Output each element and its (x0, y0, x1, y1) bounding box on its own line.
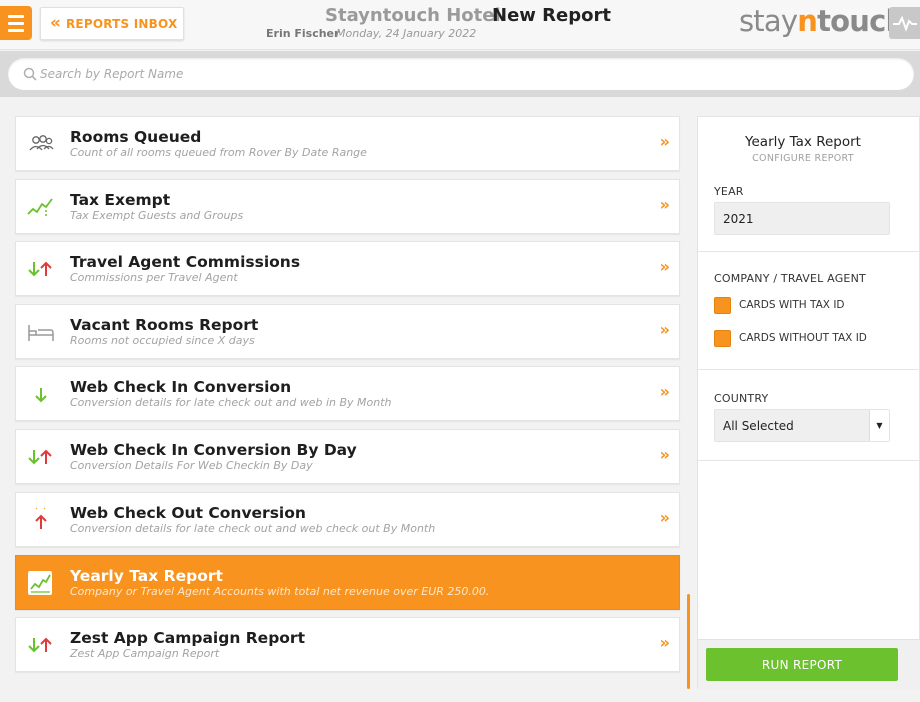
divider (698, 369, 920, 370)
double-chevron-right-icon: » (659, 132, 670, 151)
top-header: « REPORTS INBOX Stayntouch Hotel New Rep… (0, 0, 920, 50)
up-down-arrows-icon (28, 261, 52, 277)
report-item-travel-agent-commissions[interactable]: Travel Agent Commissions Commissions per… (15, 241, 680, 296)
activity-pulse-button[interactable] (889, 7, 920, 39)
report-item-web-check-in-conversion-by-day[interactable]: Web Check In Conversion By Day Conversio… (15, 429, 680, 484)
hamburger-icon-bar (8, 28, 24, 32)
report-item-web-check-in-conversion[interactable]: Web Check In Conversion Conversion detai… (15, 366, 680, 421)
divider (698, 251, 920, 252)
report-item-web-check-out-conversion[interactable]: Web Check Out Conversion Conversion deta… (15, 492, 680, 547)
double-chevron-right-icon: » (659, 508, 670, 527)
report-description: Conversion details for late check out an… (70, 522, 436, 535)
report-name: Yearly Tax Report (70, 567, 223, 585)
checkbox-label: CARDS WITH TAX ID (739, 299, 845, 311)
list-scrollbar[interactable] (687, 594, 690, 689)
hotel-name: Stayntouch Hotel (325, 5, 501, 26)
year-label: YEAR (714, 185, 744, 198)
double-chevron-right-icon: » (659, 195, 670, 214)
search-icon (23, 67, 37, 81)
reports-inbox-label: REPORTS INBOX (65, 16, 178, 31)
bed-icon (28, 325, 54, 341)
search-box (8, 58, 914, 90)
checkbox-label: CARDS WITHOUT TAX ID (739, 332, 867, 344)
report-item-tax-exempt[interactable]: Tax Exempt Tax Exempt Guests and Groups … (15, 179, 680, 234)
report-name: Web Check In Conversion By Day (70, 441, 357, 459)
down-arrow-icon (35, 388, 47, 403)
run-report-button[interactable]: RUN REPORT (706, 648, 898, 681)
double-chevron-right-icon: » (659, 382, 670, 401)
divider (698, 460, 920, 461)
country-label: COUNTRY (714, 392, 769, 405)
report-description: Company or Travel Agent Accounts with to… (70, 585, 490, 598)
country-select[interactable]: All Selected ▼ (714, 409, 890, 442)
report-name: Vacant Rooms Report (70, 316, 259, 334)
double-chevron-right-icon: » (659, 320, 670, 339)
panel-subtitle: CONFIGURE REPORT (752, 153, 854, 164)
report-name: Web Check Out Conversion (70, 504, 306, 522)
trend-chart-icon (28, 571, 52, 595)
report-description: Conversion Details For Web Checkin By Da… (70, 459, 313, 472)
checkbox[interactable] (714, 296, 731, 314)
report-description: Rooms not occupied since X days (70, 334, 255, 347)
search-input[interactable] (40, 58, 900, 90)
report-name: Tax Exempt (70, 191, 171, 209)
country-select-value: All Selected (723, 419, 794, 433)
report-description: Count of all rooms queued from Rover By … (70, 146, 367, 159)
report-description: Commissions per Travel Agent (70, 271, 238, 284)
report-item-vacant-rooms-report[interactable]: Vacant Rooms Report Rooms not occupied s… (15, 304, 680, 359)
configure-report-panel: Yearly Tax Report CONFIGURE REPORT YEAR … (697, 116, 920, 689)
stayntouch-logo: stayntouch (739, 4, 906, 38)
report-description: Conversion details for late check out an… (70, 396, 392, 409)
double-chevron-right-icon: » (659, 257, 670, 276)
report-name: Zest App Campaign Report (70, 629, 305, 647)
caret-down-icon: ▼ (869, 410, 889, 441)
panel-footer: RUN REPORT (698, 639, 920, 689)
panel-title: Yearly Tax Report (745, 134, 861, 150)
hamburger-menu-button[interactable] (0, 6, 32, 40)
trend-chart-icon (27, 198, 53, 218)
report-item-yearly-tax-report[interactable]: Yearly Tax Report Company or Travel Agen… (15, 555, 680, 610)
report-name: Travel Agent Commissions (70, 253, 301, 271)
cards-with-tax-id-option[interactable]: CARDS WITH TAX ID (714, 296, 845, 314)
user-name: Erin Fischer (266, 27, 340, 40)
double-chevron-right-icon: » (659, 445, 670, 464)
up-down-arrows-icon (28, 449, 52, 465)
search-bar (0, 51, 920, 97)
queue-people-icon (29, 135, 54, 151)
report-name: Web Check In Conversion (70, 378, 292, 396)
up-down-arrows-icon (28, 637, 52, 653)
pulse-icon (893, 15, 917, 32)
page-title: New Report (492, 5, 611, 26)
report-item-zest-app-campaign-report[interactable]: Zest App Campaign Report Zest App Campai… (15, 617, 680, 672)
business-date: Monday, 24 January 2022 (336, 27, 477, 40)
double-chevron-left-icon: « (50, 13, 61, 33)
reports-inbox-button[interactable]: « REPORTS INBOX (40, 7, 184, 40)
year-field[interactable]: 2021 (714, 202, 890, 235)
double-chevron-right-icon: » (659, 633, 670, 652)
company-travel-agent-label: COMPANY / TRAVEL AGENT (714, 272, 866, 285)
checkbox[interactable] (714, 329, 731, 347)
report-description: Tax Exempt Guests and Groups (70, 209, 244, 222)
hamburger-icon (8, 14, 24, 18)
up-arrow-icon (35, 507, 47, 529)
cards-without-tax-id-option[interactable]: CARDS WITHOUT TAX ID (714, 329, 867, 347)
hamburger-icon-bar (8, 21, 24, 25)
report-item-rooms-queued[interactable]: Rooms Queued Count of all rooms queued f… (15, 116, 680, 171)
report-description: Zest App Campaign Report (70, 647, 220, 660)
report-name: Rooms Queued (70, 128, 202, 146)
